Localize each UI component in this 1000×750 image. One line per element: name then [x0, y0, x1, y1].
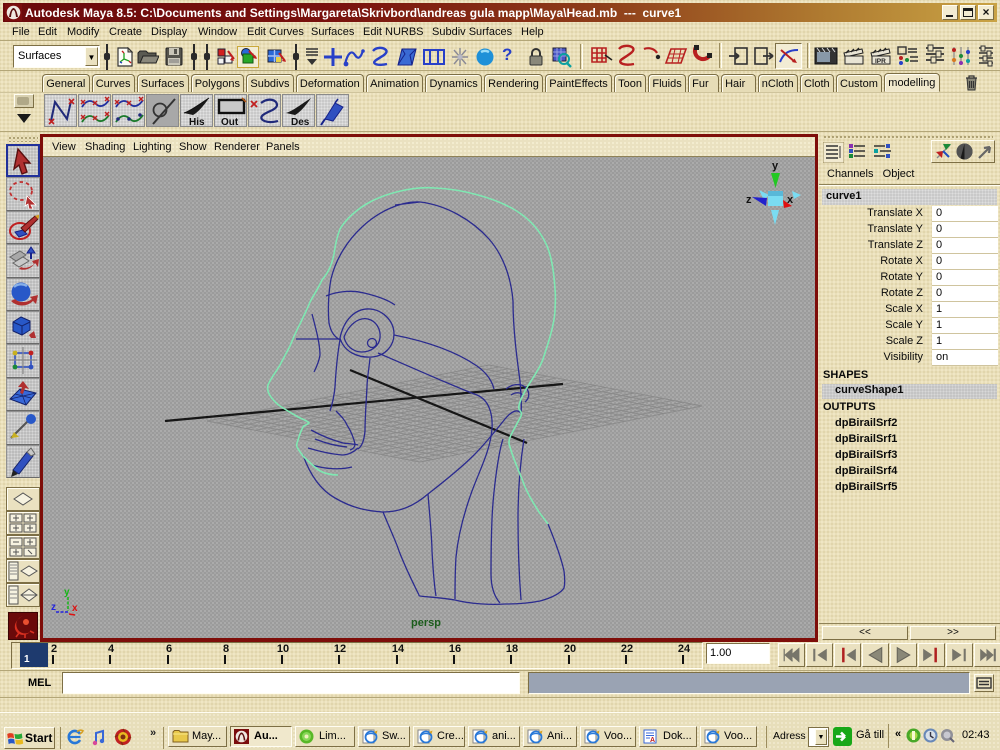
svg-text:y: y [64, 587, 70, 598]
svg-text:Des: Des [291, 117, 310, 128]
svg-text:His: His [189, 117, 205, 128]
svg-text:A: A [650, 737, 655, 744]
svg-text:persp: persp [411, 617, 441, 629]
svg-text:x: x [72, 603, 78, 614]
svg-text:y: y [772, 160, 779, 172]
svg-text:z: z [746, 194, 752, 206]
svg-text:z: z [51, 602, 56, 613]
svg-text:Out: Out [221, 117, 239, 128]
